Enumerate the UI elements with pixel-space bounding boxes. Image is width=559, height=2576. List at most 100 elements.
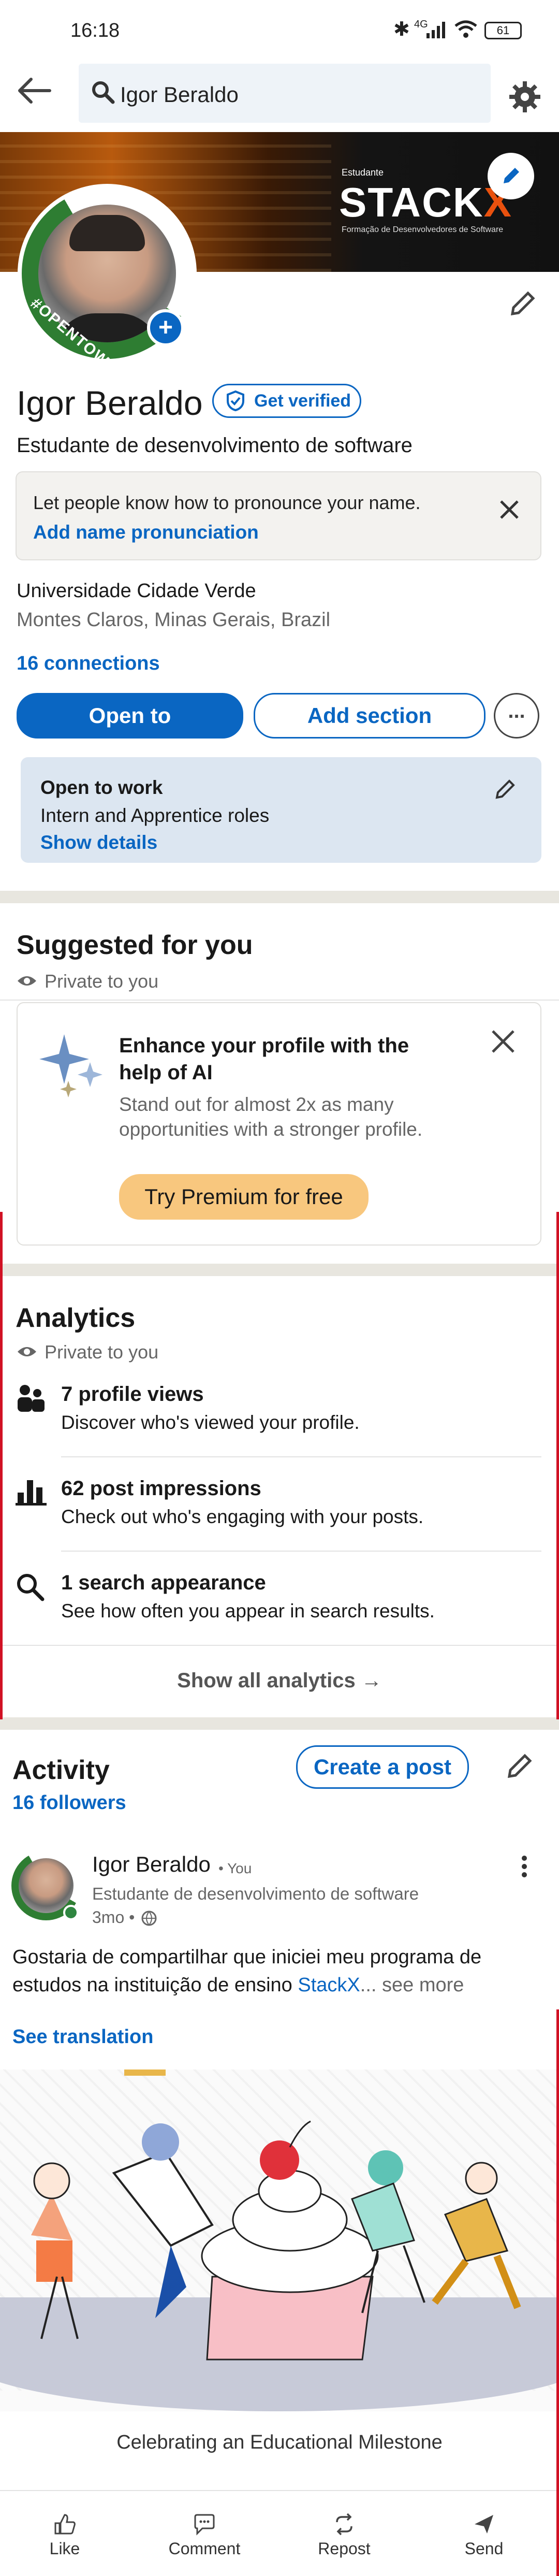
header: Igor Beraldo <box>0 60 559 132</box>
edit-activity-pencil-icon[interactable] <box>504 1750 535 1784</box>
open-to-work-roles: Intern and Apprentice roles <box>40 805 270 826</box>
social-action-bar: Like Comment Repost Send <box>0 2492 559 2576</box>
section-divider <box>0 1264 559 1276</box>
post-text: Gostaria de compartilhar que iniciei meu… <box>12 1943 540 1999</box>
open-to-work-card[interactable]: Open to work Intern and Apprentice roles… <box>21 757 541 863</box>
eye-icon <box>17 974 37 991</box>
edit-banner-button[interactable] <box>488 153 534 199</box>
status-time: 16:18 <box>70 20 120 41</box>
online-status-dot <box>63 1905 79 1920</box>
analytics-item-search-appearance[interactable]: 1 search appearance See how often you ap… <box>0 1566 559 1649</box>
connections-link[interactable]: 16 connections <box>17 653 160 675</box>
search-bar[interactable]: Igor Beraldo <box>79 64 491 123</box>
comment-icon <box>194 2514 215 2536</box>
image-caption-bar: Celebrating an Educational Milestone <box>0 2411 559 2473</box>
open-to-label: Open to <box>89 703 171 728</box>
followers-link[interactable]: 16 followers <box>12 1792 126 1814</box>
add-photo-button[interactable]: + <box>147 309 184 346</box>
back-arrow-icon[interactable] <box>16 75 53 109</box>
activity-title: Activity <box>12 1755 110 1785</box>
post-mention-link[interactable]: StackX <box>298 1974 360 1996</box>
like-label: Like <box>49 2539 80 2558</box>
profile-school: Universidade Cidade Verde <box>17 580 256 602</box>
search-appearance-desc: See how often you appear in search resul… <box>61 1600 435 1622</box>
ai-card-title: Enhance your profile with the help of AI <box>119 1034 409 1084</box>
sparkle-icon <box>38 1029 111 1104</box>
avatar[interactable]: #OPENTOWORK + <box>18 184 197 394</box>
banner-tag: Estudante <box>342 167 384 178</box>
section-divider <box>0 1717 559 1730</box>
ellipsis-icon: ... <box>508 700 525 722</box>
edge-marker <box>556 1212 559 1719</box>
comment-button[interactable]: Comment <box>160 2513 248 2570</box>
repost-label: Repost <box>318 2539 371 2558</box>
pronunciation-card: Let people know how to pronounce your na… <box>16 471 541 560</box>
post-time: 3mo • <box>92 1908 135 1927</box>
add-section-label: Add section <box>307 703 432 728</box>
divider-line <box>0 1000 559 1001</box>
people-icon <box>16 1384 47 1415</box>
analytics-title: Analytics <box>16 1303 136 1333</box>
signal-icon <box>425 21 448 42</box>
edit-open-to-work-pencil-icon[interactable] <box>493 776 519 804</box>
avatar-photo <box>19 1858 73 1913</box>
add-section-button[interactable]: Add section <box>254 693 486 739</box>
battery-level: 61 <box>496 24 510 37</box>
analytics-item-post-impressions[interactable]: 62 post impressions Check out who's enga… <box>0 1472 559 1555</box>
search-icon <box>91 80 115 107</box>
add-name-pronunciation-link[interactable]: Add name pronunciation <box>33 522 259 543</box>
ai-card-body: Stand out for almost 2x as many opportun… <box>119 1094 423 1140</box>
thumbs-up-icon <box>54 2514 76 2535</box>
profile-views-desc: Discover who's viewed your profile. <box>61 1412 360 1433</box>
see-more-link[interactable]: see more <box>382 1974 464 1996</box>
celebration-illustration <box>31 2070 521 2361</box>
close-icon[interactable] <box>497 497 522 525</box>
search-query[interactable]: Igor Beraldo <box>120 82 239 107</box>
divider-line <box>0 1645 559 1646</box>
open-to-button[interactable]: Open to <box>17 693 243 739</box>
banner-subtitle: Formação de Desenvolvedores de Software <box>342 225 504 234</box>
analytics-item-profile-views[interactable]: 7 profile views Discover who's viewed yo… <box>0 1378 559 1460</box>
create-post-button[interactable]: Create a post <box>296 1745 469 1789</box>
send-button[interactable]: Send <box>450 2513 518 2570</box>
profile-name: Igor Beraldo <box>17 384 203 422</box>
post-overflow-menu-icon[interactable] <box>518 1854 531 1882</box>
more-actions-button[interactable]: ... <box>494 693 539 739</box>
shield-check-icon <box>227 390 244 411</box>
profile-views-title: 7 profile views <box>61 1383 204 1406</box>
post-impressions-desc: Check out who's engaging with your posts… <box>61 1506 424 1527</box>
post-image[interactable]: Celebrating an Educational Milestone <box>0 2070 559 2473</box>
analytics-private-label: Private to you <box>45 1341 159 1363</box>
divider-line <box>61 1551 541 1552</box>
wifi-icon <box>453 20 478 42</box>
post-ellipsis: ... <box>360 1974 377 1996</box>
dismiss-close-icon[interactable] <box>489 1027 518 1059</box>
get-verified-button[interactable]: Get verified <box>212 384 361 418</box>
like-button[interactable]: Like <box>31 2513 98 2570</box>
plus-icon: + <box>158 314 173 341</box>
avatar-hair <box>69 215 145 251</box>
post-author-headline: Estudante de desenvolvimento de software <box>92 1884 419 1903</box>
open-to-work-title: Open to work <box>40 777 163 798</box>
battery-icon: 61 <box>484 22 522 39</box>
repost-button[interactable]: Repost <box>305 2513 383 2570</box>
comment-label: Comment <box>168 2539 241 2558</box>
pencil-icon <box>504 168 519 183</box>
get-verified-label: Get verified <box>254 390 351 411</box>
suggested-private-label: Private to you <box>45 971 159 992</box>
profile-location: Montes Claros, Minas Gerais, Brazil <box>17 609 331 631</box>
post-author-name[interactable]: Igor Beraldo <box>92 1852 211 1877</box>
suggested-title: Suggested for you <box>17 930 253 960</box>
profile-headline: Estudante de desenvolvimento de software <box>17 434 413 457</box>
see-translation-link[interactable]: See translation <box>12 2026 153 2048</box>
show-details-link[interactable]: Show details <box>40 832 157 853</box>
gear-icon[interactable] <box>508 80 541 116</box>
show-all-analytics-button[interactable]: Show all analytics → <box>0 1647 559 1714</box>
eye-icon <box>17 1344 37 1362</box>
search-icon <box>16 1572 45 1604</box>
try-premium-button[interactable]: Try Premium for free <box>119 1174 369 1220</box>
post-author-avatar[interactable] <box>11 1851 81 1920</box>
edit-intro-pencil-icon[interactable] <box>507 288 538 322</box>
try-premium-label: Try Premium for free <box>144 1184 343 1209</box>
bluetooth-icon: ✱ <box>393 19 410 40</box>
